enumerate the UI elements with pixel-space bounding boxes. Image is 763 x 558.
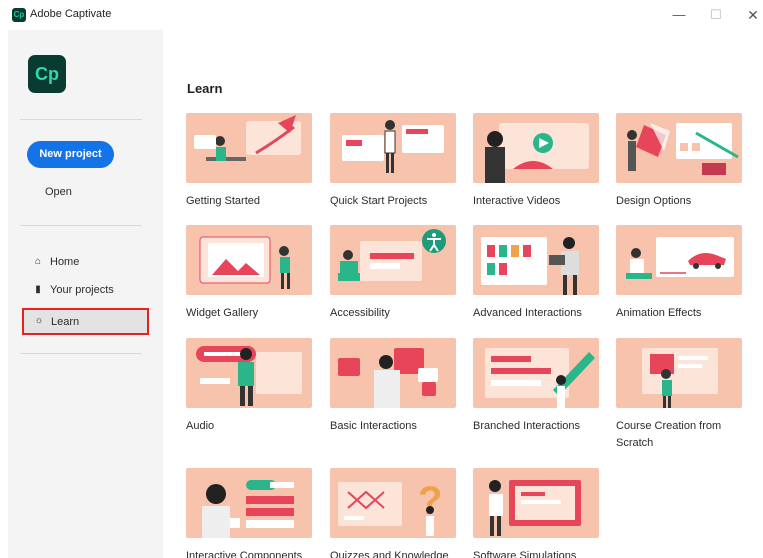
thumbnail-image [330,113,456,183]
thumbnail-image [186,468,312,538]
document-icon: ▮ [35,284,41,295]
minimize-button[interactable]: — [668,4,690,26]
sidebar-item-label: Your projects [50,284,114,296]
card-label: Widget Gallery [186,307,259,319]
thumbnail-image [616,338,742,408]
thumbnail-image [186,225,312,295]
sidebar-item-label: Learn [51,316,80,328]
card-label: Course Creation from Scratch [616,420,722,449]
page-title: Learn [187,81,223,96]
lightbulb-icon: ☼ [34,315,44,326]
learn-panel: Learn Getting Started Quick Start Projec… [163,52,763,558]
window-title: Adobe Captivate [30,8,112,20]
maximize-button[interactable]: ☐ [705,4,727,26]
card-label: Interactive Components [186,550,303,558]
card-label: Interactive Videos [473,195,561,207]
card-label: Branched Interactions [473,420,581,432]
thumbnail-image [473,338,599,408]
sidebar-item-learn[interactable]: ☼ Learn [22,308,149,335]
thumbnail-image [473,113,599,183]
divider [20,353,142,354]
thumbnail-image [473,225,599,295]
sidebar-item-home[interactable]: ⌂ Home [22,252,148,274]
thumbnail-image [186,338,312,408]
captivate-logo: Cp [28,55,66,93]
thumbnail-image [616,225,742,295]
title-bar: Cp Adobe Captivate — ☐ ✕ [0,0,763,30]
divider [20,119,142,120]
thumbnail-image [186,113,312,183]
home-icon: ⌂ [34,256,42,267]
sidebar: Cp New project Open ⌂ Home ▮ Your projec… [8,30,163,558]
card-label: Audio [186,420,215,432]
card-label: Advanced Interactions [473,307,582,319]
card-label: Basic Interactions [330,420,417,432]
card-label: Software Simulations [473,550,577,558]
thumbnail-image [616,113,742,183]
sidebar-item-label: Home [50,256,80,268]
thumbnail-image: ? [330,468,456,538]
close-button[interactable]: ✕ [742,4,763,26]
sidebar-item-your-projects[interactable]: ▮ Your projects [22,280,148,302]
card-label: Getting Started [186,195,260,207]
card-label: Animation Effects [616,307,702,319]
card-label: Quick Start Projects [330,195,428,207]
card-label: Quizzes and Knowledge [330,550,449,558]
captivate-app-icon: Cp [12,8,26,22]
divider [20,225,142,226]
thumbnail-image [330,225,456,295]
card-label: Design Options [616,195,692,207]
new-project-button[interactable]: New project [27,141,114,168]
thumbnail-image [473,468,599,538]
thumbnail-image [330,338,456,408]
open-button[interactable]: Open [45,186,72,198]
card-label: Accessibility [330,307,390,319]
